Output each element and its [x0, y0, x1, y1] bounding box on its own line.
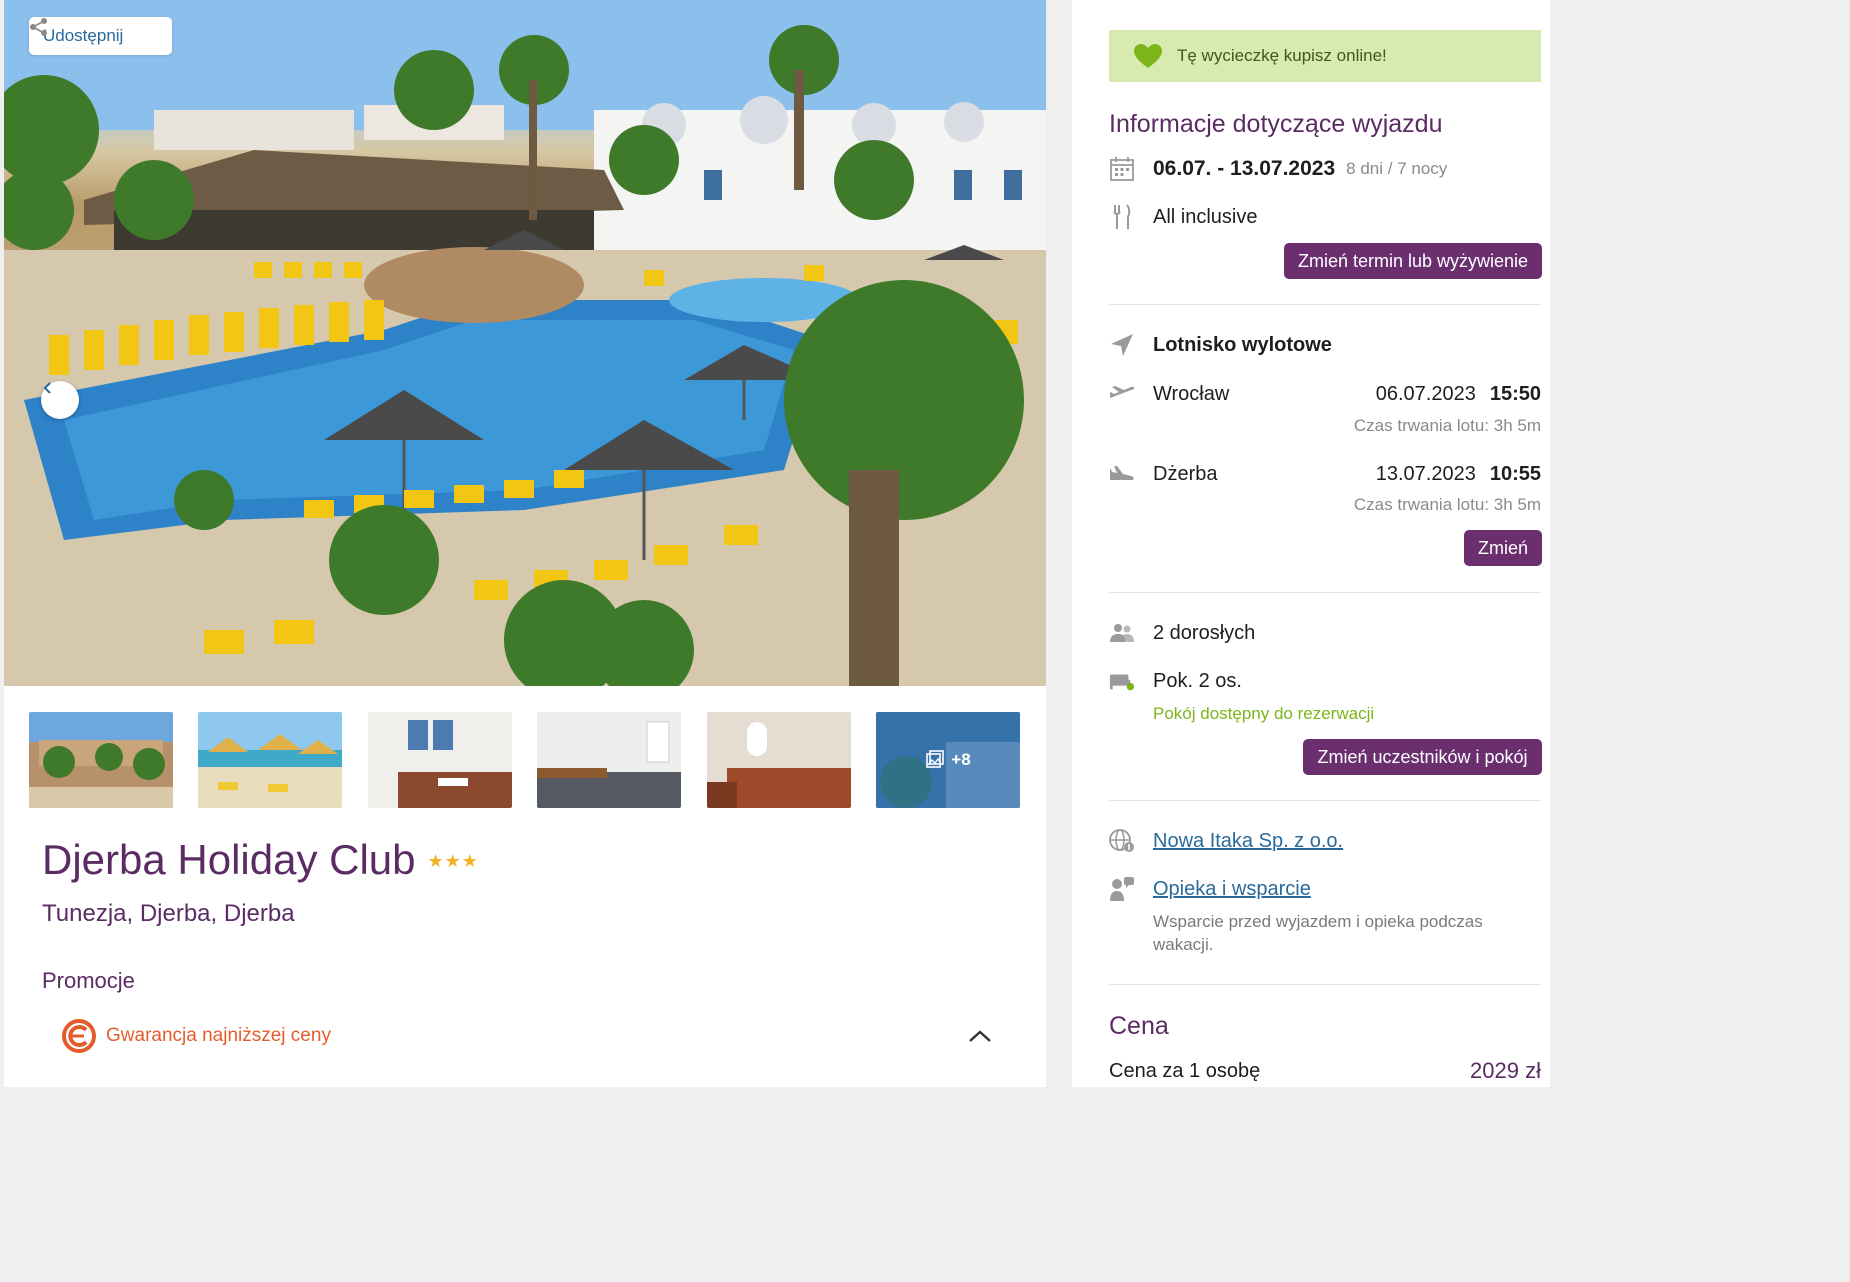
price-per-person-value: 2029 zł — [1470, 1058, 1541, 1083]
outbound-flight-row: Wrocław 06.07.2023 15:50 — [1109, 378, 1541, 410]
gallery-thumbnails: +8 — [29, 712, 1021, 808]
thumbnail-image — [368, 712, 512, 808]
trip-dates: 06.07. - 13.07.2023 — [1153, 157, 1336, 180]
divider — [1109, 984, 1541, 985]
booking-sidebar: Tę wycieczkę kupisz online! Informacje d… — [1072, 0, 1550, 1087]
return-time: 10:55 — [1489, 462, 1541, 485]
room-row: Pok. 2 os. — [1109, 666, 1541, 696]
outbound-time: 15:50 — [1489, 382, 1541, 405]
board-type-row: All inclusive — [1109, 202, 1541, 232]
support-agent-icon — [1109, 876, 1135, 902]
share-label: Udostępnij — [43, 26, 124, 45]
thumbnail-more-photos[interactable]: +8 — [876, 712, 1020, 808]
organizer-link[interactable]: Nowa Itaka Sp. z o.o. — [1153, 830, 1343, 853]
thumbnail-room-2[interactable] — [537, 712, 681, 808]
thumbnail-image — [707, 712, 851, 808]
page: Udostępnij +8 Djerba Holiday Club ★★★ Tu… — [0, 0, 1550, 1087]
thumbnail-room-1[interactable] — [368, 712, 512, 808]
price-per-person-row: Cena za 1 osobę 2029 zł — [1109, 1058, 1541, 1084]
hotel-title: Djerba Holiday Club ★★★ — [42, 836, 479, 884]
lowest-price-guarantee-icon — [62, 1019, 96, 1053]
price-title: Cena — [1109, 1012, 1169, 1040]
plane-landing-icon — [1109, 461, 1135, 487]
change-flight-button[interactable]: Zmień — [1464, 530, 1542, 566]
adults-row: 2 dorosłych — [1109, 618, 1541, 648]
gallery-icon — [926, 750, 945, 768]
globe-icon — [1109, 828, 1135, 854]
divider — [1109, 592, 1541, 593]
return-city: Dżerba — [1153, 462, 1218, 485]
promotion-item-lowest-price[interactable]: Gwarancja najniższej ceny — [62, 1016, 992, 1056]
chevron-up-icon[interactable] — [968, 1029, 992, 1043]
plane-takeoff-icon — [1109, 381, 1135, 407]
online-purchase-banner: Tę wycieczkę kupisz online! — [1109, 30, 1541, 82]
thumbnail-room-3[interactable] — [707, 712, 851, 808]
outbound-city: Wrocław — [1153, 382, 1230, 405]
return-flight-duration: Czas trwania lotu: 3h 5m — [1353, 495, 1541, 514]
calendar-icon — [1109, 156, 1135, 182]
outbound-flight-duration: Czas trwania lotu: 3h 5m — [1353, 416, 1541, 435]
people-icon — [1109, 620, 1135, 646]
departure-airport-header: Lotnisko wylotowe — [1109, 330, 1541, 360]
trip-duration: 8 dni / 7 nocy — [1346, 159, 1448, 178]
thumbnail-image — [198, 712, 342, 808]
room-availability: Pokój dostępny do rezerwacji — [1153, 704, 1375, 723]
divider — [1109, 800, 1541, 801]
thumbnail-image — [537, 712, 681, 808]
trip-info-title: Informacje dotyczące wyjazdu — [1109, 110, 1443, 138]
more-photos-count: +8 — [951, 750, 971, 769]
change-date-board-button[interactable]: Zmień termin lub wyżywienie — [1284, 243, 1542, 279]
heart-icon — [1134, 44, 1162, 68]
thumbnail-hotel-exterior[interactable] — [29, 712, 173, 808]
divider — [1109, 304, 1541, 305]
gallery-prev-button[interactable] — [41, 381, 79, 419]
trip-dates-row: 06.07. - 13.07.2023 8 dni / 7 nocy — [1109, 154, 1541, 184]
promotions-title: Promocje — [42, 968, 135, 993]
departure-airport-title: Lotnisko wylotowe — [1153, 333, 1332, 356]
share-button[interactable]: Udostępnij — [29, 17, 172, 55]
hotel-main-column: Udostępnij +8 Djerba Holiday Club ★★★ Tu… — [4, 0, 1046, 1087]
return-date: 13.07.2023 — [1375, 462, 1476, 485]
outbound-date: 06.07.2023 — [1375, 382, 1476, 405]
organizer-row: Nowa Itaka Sp. z o.o. — [1109, 826, 1541, 856]
return-flight-row: Dżerba 13.07.2023 10:55 — [1109, 458, 1541, 490]
more-photos-overlay: +8 — [876, 712, 1020, 808]
promotion-label: Gwarancja najniższej ceny — [106, 1025, 331, 1046]
chevron-left-icon — [43, 382, 51, 394]
share-icon — [30, 18, 47, 36]
room-type: Pok. 2 os. — [1153, 669, 1242, 692]
hero-photo-illustration — [4, 0, 1046, 686]
hero-photo[interactable]: Udostępnij — [4, 0, 1046, 686]
star-rating: ★★★ — [427, 850, 479, 871]
hotel-name: Djerba Holiday Club — [42, 836, 416, 883]
hotel-location: Tunezja, Djerba, Djerba — [42, 900, 295, 927]
online-purchase-text: Tę wycieczkę kupisz online! — [1177, 46, 1387, 65]
cutlery-icon — [1109, 204, 1135, 230]
support-row: Opieka i wsparcie — [1109, 874, 1541, 904]
bed-icon — [1109, 668, 1135, 694]
support-description: Wsparcie przed wyjazdem i opieka podczas… — [1153, 912, 1483, 954]
change-participants-room-button[interactable]: Zmień uczestników i pokój — [1303, 739, 1542, 775]
price-per-person-label: Cena za 1 osobę — [1109, 1059, 1261, 1082]
navigation-arrow-icon — [1109, 332, 1135, 358]
support-link[interactable]: Opieka i wsparcie — [1153, 878, 1311, 901]
thumbnail-image — [29, 712, 173, 808]
adults-count: 2 dorosłych — [1153, 621, 1256, 644]
board-type: All inclusive — [1153, 205, 1258, 228]
thumbnail-beach-umbrellas[interactable] — [198, 712, 342, 808]
